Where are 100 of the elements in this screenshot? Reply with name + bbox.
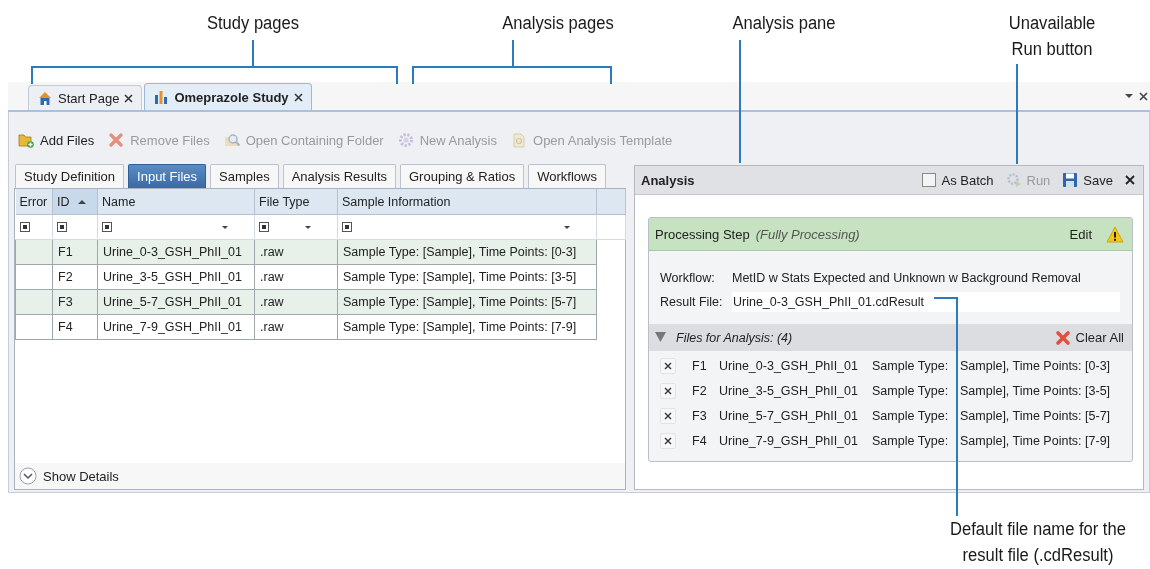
close-icon (664, 411, 672, 420)
file-name: Urine_3-5_GSH_PhII_01 (719, 383, 859, 398)
sample-information: Sample], Time Points: [5-7] (960, 408, 1112, 423)
caret-icon[interactable] (305, 225, 311, 229)
table-cell: Urine_0-3_GSH_PhII_01 (97, 239, 255, 265)
filter-icon[interactable] (19, 222, 30, 232)
as-batch-checkbox[interactable]: As Batch (922, 172, 994, 188)
toolbar-button[interactable]: Add Files (18, 130, 95, 150)
house-icon (37, 90, 53, 106)
workflow-value: MetID w Stats Expected and Unknown w Background Removal (732, 271, 1081, 285)
folder-search-icon (223, 132, 240, 148)
section-title: Files for Analysis: (4) (676, 330, 793, 345)
file-id: F1 (692, 358, 708, 373)
table-cell: Urine_3-5_GSH_PhII_01 (97, 264, 255, 290)
filter-cell[interactable] (254, 214, 338, 240)
filter-icon[interactable] (57, 222, 67, 232)
caret-icon[interactable] (564, 225, 570, 229)
gear-icon (397, 132, 414, 148)
save-button[interactable]: Save (1062, 172, 1113, 188)
callout-label: Analysis pages (501, 12, 615, 35)
close-icon[interactable] (293, 92, 303, 102)
table-cell (15, 289, 53, 315)
file-name: Urine_7-9_GSH_PhII_01 (719, 433, 859, 448)
table-cell: Sample Type: [Sample], Time Points: [0-3] (337, 239, 597, 265)
edit-link[interactable]: Edit (1069, 226, 1100, 242)
sort-arrow-icon (77, 199, 86, 204)
column-header[interactable]: File Type (254, 189, 338, 215)
caret-icon[interactable] (1125, 94, 1133, 98)
sample-type-label: Sample Type: (872, 408, 950, 423)
chevron-icon (19, 467, 37, 485)
callout-label: Unavailable Run button (1007, 12, 1097, 61)
page-tab[interactable]: Input Files (128, 164, 207, 188)
callout-label: Default file name for the result file (.cdResult) (949, 518, 1127, 567)
close-icon[interactable] (1125, 175, 1135, 185)
sample-type-label: Sample Type: (872, 383, 950, 398)
table-cell (15, 239, 53, 265)
remove-button[interactable] (660, 407, 676, 424)
sample-information: Sample], Time Points: [7-9] (960, 433, 1112, 448)
file-id: F3 (692, 408, 708, 423)
callout-label: Study pages (205, 12, 301, 35)
expander-icon[interactable] (655, 332, 666, 343)
filter-icon[interactable] (259, 222, 269, 232)
table-cell: Sample Type: [Sample], Time Points: [3-5] (337, 264, 597, 290)
file-id: F2 (692, 383, 708, 398)
filter-cell[interactable] (52, 214, 98, 240)
filter-cell[interactable] (15, 214, 53, 240)
gears-play-icon (1005, 172, 1022, 188)
filter-icon[interactable] (342, 222, 352, 232)
step-title: Processing Step (655, 226, 750, 242)
close-icon (664, 361, 672, 370)
document-tab[interactable]: Start Page (28, 85, 143, 110)
filter-cell[interactable] (97, 214, 255, 240)
table-cell: .raw (254, 239, 338, 265)
page-tab[interactable]: Grouping & Ratios (400, 164, 525, 188)
table-cell: Sample Type: [Sample], Time Points: [5-7] (337, 289, 597, 315)
column-header[interactable]: Name (97, 189, 255, 215)
sample-information: Sample], Time Points: [3-5] (960, 383, 1112, 398)
document-tab[interactable]: Omeprazole Study (144, 83, 312, 110)
close-icon (664, 436, 672, 445)
page-tab[interactable]: Workflows (528, 164, 606, 188)
clear-all-button[interactable]: Clear All (1054, 329, 1124, 346)
table-cell (15, 264, 53, 290)
folder-add-icon (18, 132, 34, 148)
table-cell (15, 314, 53, 340)
close-icon (664, 386, 672, 395)
result-file-field[interactable]: Urine_0-3_GSH_PhII_01.cdResult (732, 292, 1120, 312)
page-tab[interactable]: Analysis Results (282, 164, 396, 188)
remove-button[interactable] (660, 432, 676, 449)
page-tab[interactable]: Study Definition (15, 164, 125, 188)
pane-title: Analysis (641, 172, 695, 188)
document-icon (511, 132, 527, 148)
column-header[interactable]: Error (15, 189, 53, 215)
column-header[interactable]: Sample Information (337, 189, 597, 215)
callout-label: Analysis pane (731, 12, 837, 35)
sample-type-label: Sample Type: (872, 358, 950, 373)
filter-cell[interactable] (337, 214, 597, 240)
show-details-button[interactable]: Show Details (19, 467, 119, 485)
file-id: F4 (692, 433, 708, 448)
close-icon[interactable] (124, 93, 134, 103)
remove-button[interactable] (660, 382, 676, 399)
table-cell: F2 (52, 264, 98, 290)
field-label: Workflow: (660, 271, 716, 285)
table-cell: .raw (254, 289, 338, 315)
remove-button[interactable] (660, 357, 676, 374)
table-cell: F4 (52, 314, 98, 340)
table-cell: .raw (254, 314, 338, 340)
filter-icon[interactable] (102, 222, 112, 232)
table-cell: Urine_5-7_GSH_PhII_01 (97, 289, 255, 315)
column-header[interactable]: ID (52, 189, 98, 215)
close-icon[interactable] (1139, 91, 1148, 101)
x-icon (1054, 329, 1071, 346)
page-tab[interactable]: Samples (210, 164, 279, 188)
table-cell: .raw (254, 264, 338, 290)
file-name: Urine_0-3_GSH_PhII_01 (719, 358, 859, 373)
step-status: (Fully Processing) (755, 226, 860, 242)
bar-chart-icon (153, 89, 170, 105)
sample-type-label: Sample Type: (872, 433, 950, 448)
table-cell: Urine_7-9_GSH_PhII_01 (97, 314, 255, 340)
field-label: Result File: (660, 295, 724, 309)
caret-icon[interactable] (222, 225, 228, 229)
